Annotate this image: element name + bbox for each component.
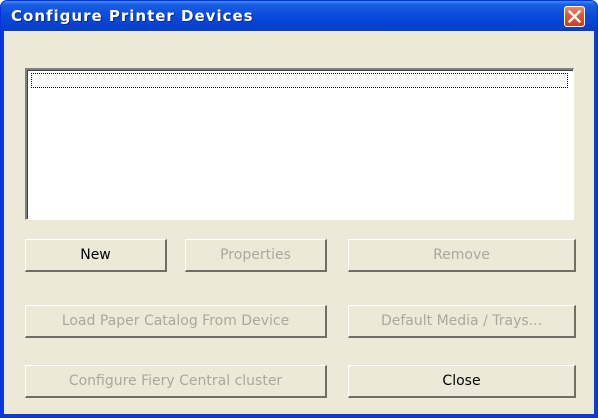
close-icon <box>568 10 581 23</box>
properties-button[interactable]: Properties <box>185 239 327 272</box>
new-button[interactable]: New <box>25 239 167 272</box>
dialog-client-area: New Properties Remove Load Paper Catalog… <box>4 31 594 414</box>
remove-button[interactable]: Remove <box>348 239 576 272</box>
configure-printer-devices-window: Configure Printer Devices New Properties… <box>0 0 598 418</box>
load-paper-catalog-button[interactable]: Load Paper Catalog From Device <box>25 305 327 338</box>
window-title: Configure Printer Devices <box>11 7 254 25</box>
default-media-trays-button[interactable]: Default Media / Trays... <box>348 305 576 338</box>
focused-empty-row[interactable] <box>31 73 568 88</box>
printer-device-list[interactable] <box>25 68 574 220</box>
close-window-button[interactable] <box>564 6 585 27</box>
configure-fiery-cluster-button[interactable]: Configure Fiery Central cluster <box>25 365 327 398</box>
close-button[interactable]: Close <box>348 365 576 398</box>
title-bar[interactable]: Configure Printer Devices <box>1 1 597 31</box>
